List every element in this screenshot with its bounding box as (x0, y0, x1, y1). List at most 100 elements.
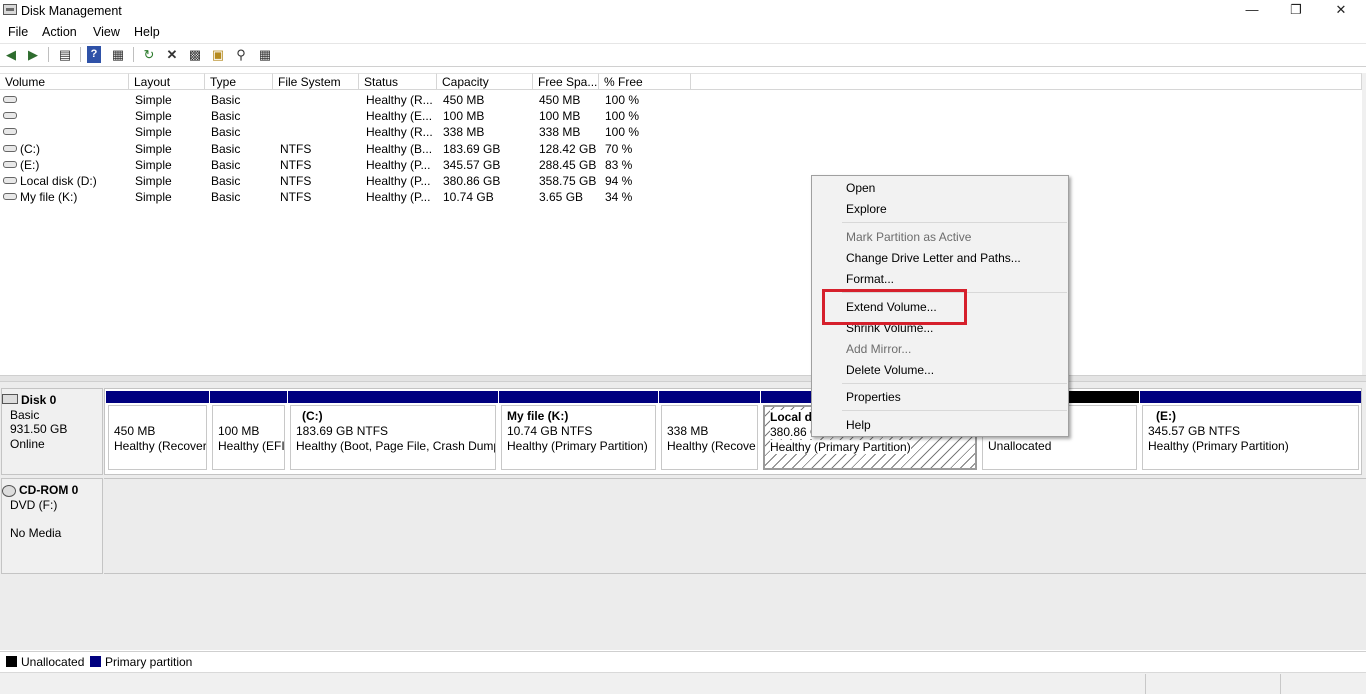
primary-partition-bar (499, 391, 658, 403)
partition-recovery-450mb[interactable]: 450 MB Healthy (Recover (106, 391, 209, 473)
cell-volume[interactable] (20, 124, 130, 140)
cell-volume[interactable]: (C:) (20, 141, 130, 157)
cell-free-space: 288.45 GB (539, 157, 597, 172)
menu-help[interactable]: Help (134, 25, 160, 39)
cdrom-0-name: CD-ROM 0 (19, 483, 79, 497)
cell-layout: Simple (135, 174, 172, 188)
cell-capacity: 450 MB (443, 93, 485, 107)
close-button[interactable]: ✕ (1318, 0, 1364, 22)
column-header-volume[interactable]: Volume (0, 73, 129, 90)
column-header-capacity[interactable]: Capacity (437, 73, 533, 90)
partition-e[interactable]: (E:) 345.57 GB NTFS Healthy (Primary Par… (1140, 391, 1361, 473)
explore-icon[interactable]: ⚲ (232, 46, 250, 63)
cdrom-0-label[interactable]: CD-ROM 0 DVD (F:) No Media (1, 478, 103, 574)
column-header-free-space[interactable]: Free Spa... (533, 73, 599, 90)
disk-0-type: Basic (10, 407, 40, 422)
scrollbar[interactable] (1362, 73, 1366, 375)
refresh-icon[interactable]: ↻ (140, 46, 158, 63)
menu-item-format[interactable]: Format... (846, 272, 894, 286)
unallocated-swatch (6, 656, 17, 667)
primary-partition-bar (288, 391, 498, 403)
disk-0-label[interactable]: Disk 0 Basic 931.50 GB Online (1, 388, 103, 475)
volume-icon (3, 177, 17, 184)
cell-status: Healthy (E... (366, 109, 433, 124)
back-arrow-icon[interactable]: ◀ (2, 46, 20, 63)
cell-free-space: 358.75 GB (539, 174, 597, 188)
properties-icon[interactable]: ▩ (186, 46, 204, 63)
cell-volume[interactable] (20, 108, 130, 124)
cell-capacity: 345.57 GB (443, 157, 501, 172)
column-header-file-system[interactable]: File System (273, 73, 359, 90)
partition-size: 338 MB (667, 424, 709, 438)
cell-status: Healthy (P... (366, 174, 431, 188)
column-header-percent-free[interactable]: % Free (599, 73, 691, 90)
partition-efi-100mb[interactable]: 100 MB Healthy (EFI (210, 391, 287, 473)
cell-capacity: 338 MB (443, 125, 485, 140)
disk-management-icon (3, 4, 17, 15)
cell-file-system: NTFS (280, 190, 312, 205)
partition-status: Healthy (Recove (667, 439, 756, 453)
partition-c[interactable]: (C:) 183.69 GB NTFS Healthy (Boot, Page … (288, 391, 498, 473)
volume-icon (3, 128, 17, 136)
menu-item-mark-partition-active: Mark Partition as Active (846, 230, 972, 244)
column-header-status[interactable]: Status (359, 73, 437, 90)
menu-file[interactable]: File (8, 25, 28, 39)
cell-status: Healthy (P... (366, 157, 431, 172)
forward-arrow-icon[interactable]: ▶ (24, 46, 42, 63)
partition-status: Healthy (EFI (218, 439, 285, 453)
menu-item-explore[interactable]: Explore (846, 202, 887, 216)
volume-icon (3, 160, 17, 168)
cell-file-system (280, 92, 360, 108)
cell-file-system (280, 124, 360, 140)
legend-primary-partition: Primary partition (105, 655, 193, 669)
cell-volume[interactable]: My file (K:) (20, 189, 130, 205)
menu-separator (842, 383, 1067, 384)
cell-percent-free: 34 % (605, 190, 633, 205)
show-hide-icon[interactable]: ▦ (109, 46, 127, 63)
toolbar-separator (80, 47, 81, 62)
restore-button[interactable]: ❐ (1273, 0, 1319, 22)
cell-volume[interactable] (20, 92, 130, 108)
partition-recovery-338mb[interactable]: 338 MB Healthy (Recove (659, 391, 760, 473)
menu-item-open[interactable]: Open (846, 181, 875, 195)
column-header-filler (691, 73, 1362, 90)
volume-icon (3, 96, 17, 103)
minimize-button[interactable]: — (1229, 0, 1275, 22)
status-bar (0, 672, 1366, 694)
partition-status: Healthy (Primary Partition) (1148, 439, 1289, 453)
cell-percent-free: 70 % (605, 141, 633, 156)
cell-layout: Simple (135, 93, 172, 107)
menu-item-delete-volume[interactable]: Delete Volume... (846, 363, 934, 377)
settings-icon[interactable]: ▦ (256, 46, 274, 63)
menu-item-change-drive-letter[interactable]: Change Drive Letter and Paths... (846, 251, 1021, 265)
partition-title: (C:) (302, 409, 323, 423)
cell-type: Basic (211, 157, 241, 172)
cdrom-icon (2, 484, 16, 497)
partition-k[interactable]: My file (K:) 10.74 GB NTFS Healthy (Prim… (499, 391, 658, 473)
partition-title (218, 409, 284, 424)
cell-volume[interactable]: Local disk (D:) (20, 173, 130, 189)
primary-partition-swatch (90, 656, 101, 667)
menu-view[interactable]: View (93, 25, 120, 39)
help-icon[interactable]: ? (87, 46, 101, 63)
menu-action[interactable]: Action (42, 25, 77, 39)
menu-item-properties[interactable]: Properties (846, 390, 901, 404)
delete-icon[interactable]: ✕ (163, 46, 181, 63)
partition-status: Healthy (Primary Partition) (770, 440, 911, 454)
cell-percent-free: 83 % (605, 157, 633, 172)
menu-item-help[interactable]: Help (846, 418, 871, 432)
console-tree-icon[interactable]: ▤ (56, 46, 74, 63)
menu-separator (842, 410, 1067, 411)
title-bar: Disk Management — ❐ ✕ (0, 0, 1366, 22)
column-header-layout[interactable]: Layout (129, 73, 205, 90)
cell-volume[interactable]: (E:) (20, 157, 130, 173)
partition-size: 100 MB (218, 424, 260, 438)
open-folder-icon[interactable]: ▣ (209, 46, 227, 63)
cell-free-space: 338 MB (539, 125, 581, 140)
partition-status: Healthy (Primary Partition) (507, 439, 648, 453)
column-header-type[interactable]: Type (205, 73, 273, 90)
window-title: Disk Management (21, 4, 122, 18)
pane-splitter[interactable] (0, 375, 1366, 382)
partition-title (114, 409, 206, 424)
cell-free-space: 128.42 GB (539, 141, 597, 156)
